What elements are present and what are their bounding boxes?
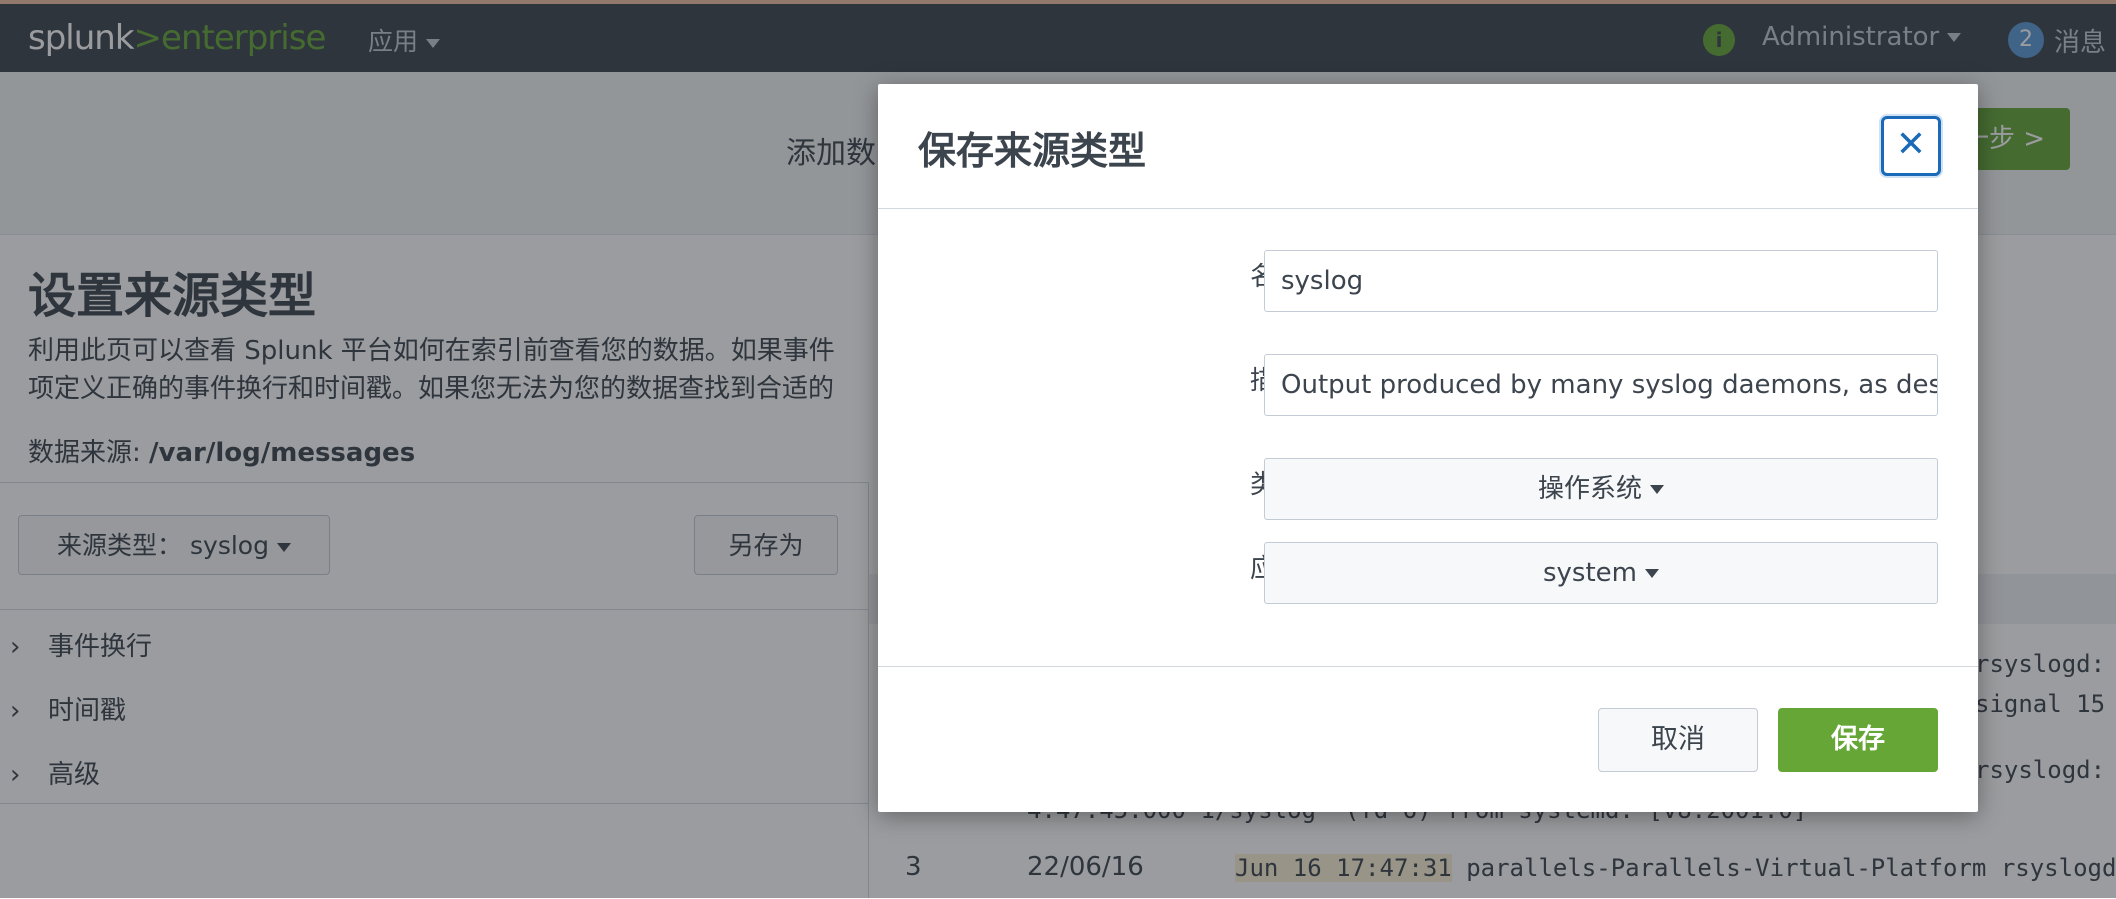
- category-value: 操作系统: [1537, 474, 1642, 504]
- app-select[interactable]: system: [1264, 542, 1938, 604]
- category-select[interactable]: 操作系统: [1264, 458, 1938, 520]
- chevron-down-icon: [1650, 485, 1664, 494]
- app-value: system: [1543, 558, 1637, 588]
- divider: [878, 666, 1978, 667]
- dialog-title: 保存来源类型: [918, 129, 1147, 173]
- divider: [878, 208, 1978, 209]
- description-field[interactable]: Output produced by many syslog daemons, …: [1264, 354, 1938, 416]
- save-button[interactable]: 保存: [1778, 708, 1938, 772]
- close-icon[interactable]: ✕: [1881, 116, 1941, 176]
- name-field[interactable]: syslog: [1264, 250, 1938, 312]
- cancel-button[interactable]: 取消: [1598, 708, 1758, 772]
- save-sourcetype-dialog: 保存来源类型 ✕ 名称 syslog 描述 Output produced by…: [878, 84, 1978, 812]
- chevron-down-icon: [1645, 569, 1659, 578]
